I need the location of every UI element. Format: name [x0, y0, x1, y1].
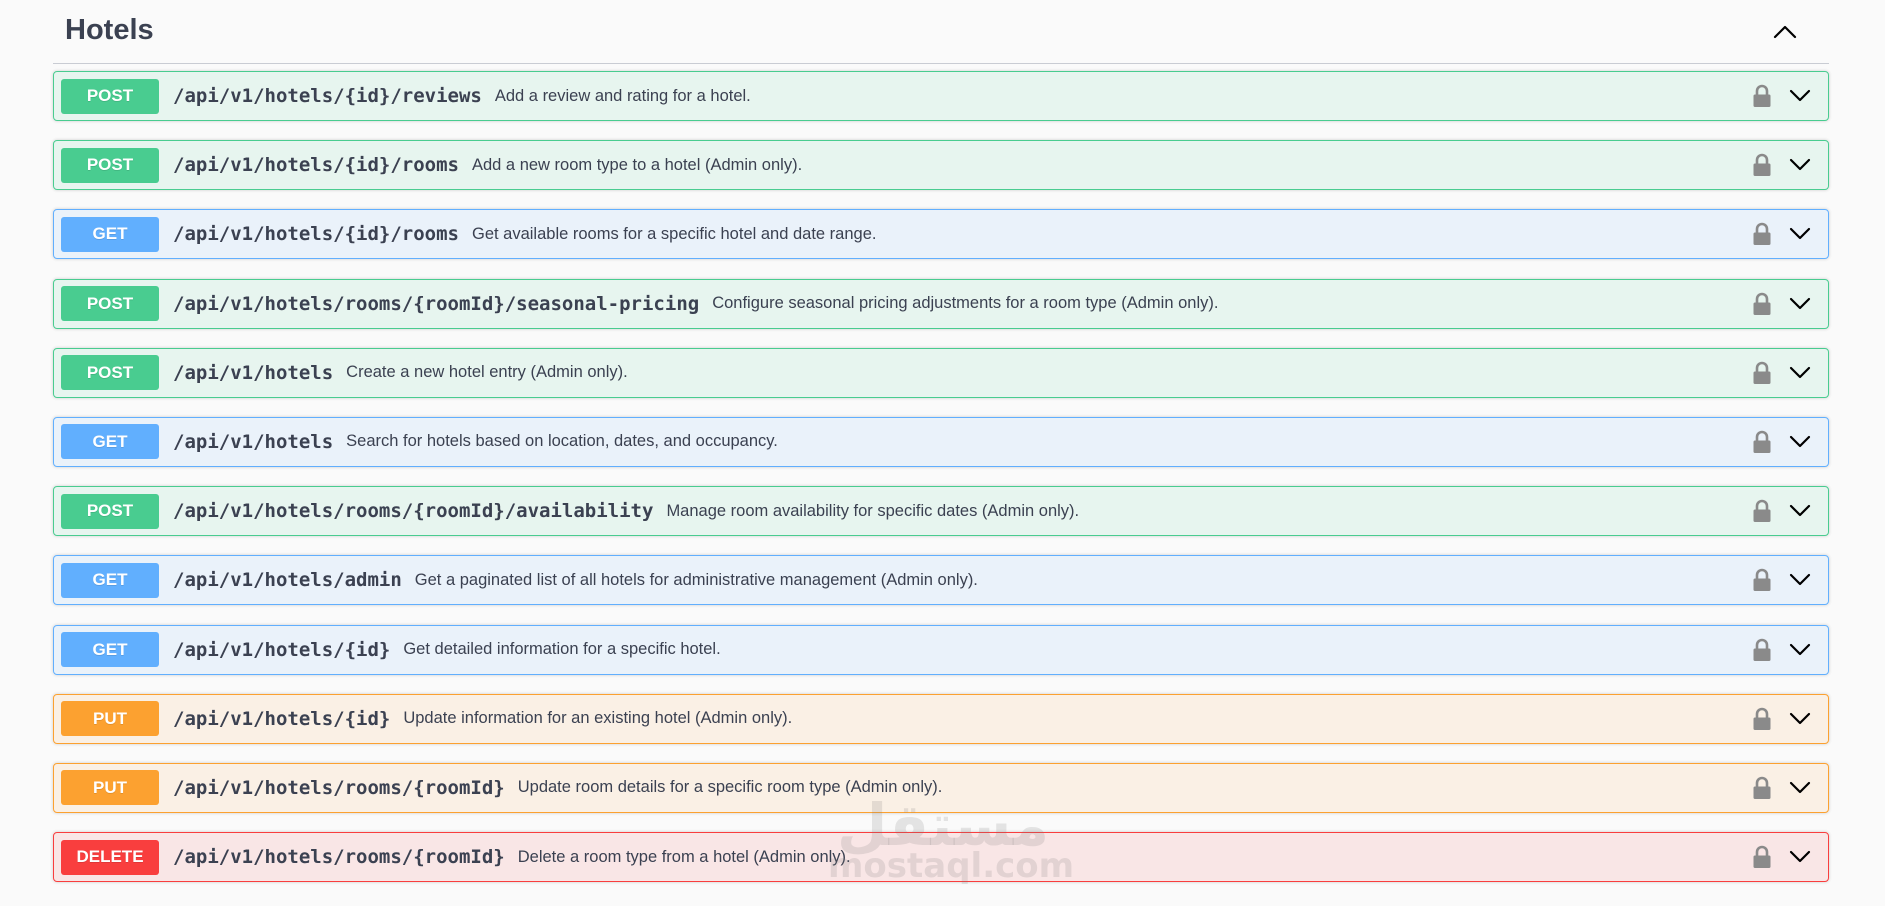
lock-icon[interactable]: [1752, 83, 1772, 109]
chevron-down-icon[interactable]: [1786, 220, 1814, 248]
lock-icon[interactable]: [1752, 221, 1772, 247]
operation-put[interactable]: PUT/api/v1/hotels/rooms/{roomId} Update r…: [53, 762, 1829, 813]
method-badge: POST: [61, 286, 159, 322]
endpoint-path: /api/v1/hotels/{id}/rooms: [173, 223, 459, 246]
endpoint-summary: Create a new hotel entry (Admin only).: [346, 363, 628, 382]
method-badge: POST: [61, 355, 159, 391]
lock-icon[interactable]: [1752, 291, 1772, 317]
lock-icon[interactable]: [1752, 637, 1772, 663]
lock-icon[interactable]: [1752, 360, 1772, 386]
chevron-down-icon[interactable]: [1786, 151, 1814, 179]
operation-put[interactable]: PUT/api/v1/hotels/{id} Update information…: [53, 693, 1829, 744]
section-title: Hotels: [65, 14, 154, 46]
operation-get[interactable]: GET/api/v1/hotels/admin Get a paginated l…: [53, 555, 1829, 606]
endpoint-path: /api/v1/hotels/{id}/rooms: [173, 154, 459, 177]
hotels-section: Hotels POST/api/v1/hotels/{id}/reviews Ad…: [53, 0, 1829, 883]
chevron-down-icon[interactable]: [1786, 774, 1814, 802]
endpoint-path: /api/v1/hotels/rooms/{roomId}: [173, 776, 505, 799]
chevron-down-icon[interactable]: [1786, 843, 1814, 871]
lock-icon[interactable]: [1752, 567, 1772, 593]
endpoint-path: /api/v1/hotels/{id}: [173, 638, 391, 661]
lock-icon[interactable]: [1752, 775, 1772, 801]
chevron-down-icon[interactable]: [1786, 497, 1814, 525]
endpoint-path: /api/v1/hotels/admin: [173, 569, 402, 592]
operation-post[interactable]: POST/api/v1/hotels/{id}/rooms Add a new r…: [53, 140, 1829, 191]
chevron-down-icon[interactable]: [1786, 290, 1814, 318]
endpoint-summary: Get detailed information for a specific …: [403, 640, 721, 658]
method-badge: POST: [61, 147, 159, 183]
endpoint-summary: Add a review and rating for a hotel.: [494, 86, 751, 105]
operation-post[interactable]: POST/api/v1/hotels/{id}/reviews Add a rev…: [53, 71, 1829, 121]
method-badge: PUT: [61, 701, 159, 737]
operation-get[interactable]: GET/api/v1/hotels/{id}/rooms Get availabl…: [53, 209, 1829, 260]
method-badge: GET: [61, 632, 159, 667]
lock-icon[interactable]: [1752, 152, 1772, 178]
endpoint-summary: Delete a room type from a hotel (Admin o…: [517, 847, 851, 866]
operation-get[interactable]: GET/api/v1/hotels Search for hotels based…: [53, 416, 1829, 467]
endpoint-summary: Update room details for a specific room …: [517, 778, 943, 797]
chevron-down-icon[interactable]: [1786, 636, 1814, 664]
endpoint-summary: Get available rooms for a specific hotel…: [471, 224, 877, 243]
method-badge: GET: [61, 562, 159, 598]
method-badge: DELETE: [61, 839, 159, 875]
lock-icon[interactable]: [1752, 706, 1772, 732]
endpoint-path: /api/v1/hotels/rooms/{roomId}: [173, 846, 505, 869]
endpoint-summary: Configure seasonal pricing adjustments f…: [712, 294, 1219, 313]
lock-icon[interactable]: [1752, 498, 1772, 524]
chevron-down-icon[interactable]: [1786, 566, 1814, 594]
method-badge: GET: [61, 216, 159, 252]
endpoint-path: /api/v1/hotels/rooms/{roomId}/seasonal-p…: [173, 292, 700, 315]
chevron-down-icon[interactable]: [1786, 359, 1814, 387]
operation-post[interactable]: POST/api/v1/hotels/rooms/{roomId}/season…: [53, 278, 1829, 329]
operation-post[interactable]: POST/api/v1/hotels Create a new hotel ent…: [53, 347, 1829, 398]
method-badge: POST: [61, 493, 159, 529]
method-badge: POST: [61, 78, 159, 114]
endpoint-path: /api/v1/hotels/rooms/{roomId}/availabili…: [173, 500, 654, 523]
method-badge: PUT: [61, 770, 159, 806]
chevron-down-icon[interactable]: [1786, 428, 1814, 456]
endpoint-summary: Update information for an existing hotel…: [403, 709, 793, 728]
operation-get[interactable]: GET/api/v1/hotels/{id} Get detailed infor…: [53, 624, 1829, 675]
lock-icon[interactable]: [1752, 844, 1772, 870]
method-badge: GET: [61, 424, 159, 460]
operation-list: POST/api/v1/hotels/{id}/reviews Add a rev…: [53, 71, 1829, 901]
endpoint-summary: Get a paginated list of all hotels for a…: [414, 570, 978, 589]
endpoint-summary: Manage room availability for specific da…: [666, 501, 1080, 520]
endpoint-path: /api/v1/hotels/{id}/reviews: [173, 85, 482, 107]
endpoint-summary: Add a new room type to a hotel (Admin on…: [471, 155, 803, 174]
endpoint-path: /api/v1/hotels: [173, 430, 334, 453]
endpoint-path: /api/v1/hotels/{id}: [173, 707, 391, 730]
chevron-down-icon[interactable]: [1786, 82, 1814, 110]
section-header[interactable]: Hotels: [53, 0, 1829, 64]
chevron-up-icon[interactable]: [1771, 18, 1799, 46]
chevron-down-icon[interactable]: [1786, 705, 1814, 733]
endpoint-summary: Search for hotels based on location, dat…: [346, 432, 778, 451]
operation-post[interactable]: POST/api/v1/hotels/rooms/{roomId}/availa…: [53, 486, 1829, 537]
lock-icon[interactable]: [1752, 429, 1772, 455]
operation-delete[interactable]: DELETE/api/v1/hotels/rooms/{roomId} Delet…: [53, 832, 1829, 883]
endpoint-path: /api/v1/hotels: [173, 361, 334, 384]
